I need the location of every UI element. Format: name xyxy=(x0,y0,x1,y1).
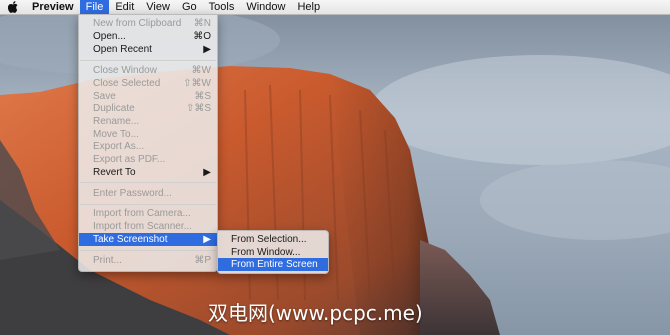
menu-separator xyxy=(80,250,216,251)
menu-file[interactable]: File xyxy=(79,0,110,14)
menu-item-import-from-camera[interactable]: Import from Camera... xyxy=(79,207,217,220)
menu-item-print[interactable]: Print... ⌘P xyxy=(79,254,217,267)
menu-window[interactable]: Window xyxy=(240,0,291,14)
menu-item-new-from-clipboard[interactable]: New from Clipboard ⌘N xyxy=(79,17,217,30)
menu-item-duplicate[interactable]: Duplicate ⇧⌘S xyxy=(79,102,217,115)
menu-item-close-selected[interactable]: Close Selected ⇧⌘W xyxy=(79,77,217,90)
menu-item-export-as-pdf[interactable]: Export as PDF... xyxy=(79,153,217,166)
submenu-arrow-icon: ▶ xyxy=(203,166,211,178)
menu-item-open-recent[interactable]: Open Recent ▶ xyxy=(79,43,217,56)
submenu-arrow-icon: ▶ xyxy=(203,43,211,55)
menu-item-enter-password[interactable]: Enter Password... xyxy=(79,187,217,200)
menu-item-move-to[interactable]: Move To... xyxy=(79,128,217,141)
menu-app-preview[interactable]: Preview xyxy=(26,0,80,14)
menu-item-close-window[interactable]: Close Window ⌘W xyxy=(79,64,217,77)
menu-go[interactable]: Go xyxy=(176,0,203,14)
menu-item-take-screenshot[interactable]: Take Screenshot ▶ xyxy=(79,233,217,246)
menu-separator xyxy=(80,60,216,61)
menu-item-rename[interactable]: Rename... xyxy=(79,115,217,128)
menu-bar: Preview File Edit View Go Tools Window H… xyxy=(0,0,670,15)
apple-menu-icon[interactable] xyxy=(0,1,26,13)
submenu-arrow-icon: ▶ xyxy=(203,233,211,245)
file-menu-dropdown: New from Clipboard ⌘N Open... ⌘O Open Rece… xyxy=(78,14,218,272)
menu-view[interactable]: View xyxy=(140,0,176,14)
submenu-item-from-selection[interactable]: From Selection... xyxy=(218,233,328,246)
menu-separator xyxy=(80,204,216,205)
menu-edit[interactable]: Edit xyxy=(109,0,140,14)
menu-item-revert-to[interactable]: Revert To ▶ xyxy=(79,166,217,179)
submenu-item-from-window[interactable]: From Window... xyxy=(218,246,328,259)
menu-help[interactable]: Help xyxy=(291,0,326,14)
menu-separator xyxy=(80,182,216,183)
menu-item-save[interactable]: Save ⌘S xyxy=(79,90,217,103)
menu-item-open[interactable]: Open... ⌘O xyxy=(79,30,217,43)
menu-item-export-as[interactable]: Export As... xyxy=(79,140,217,153)
menu-tools[interactable]: Tools xyxy=(203,0,241,14)
submenu-item-from-entire-screen[interactable]: From Entire Screen xyxy=(218,258,328,271)
watermark-text: 双电网(www.pcpc.me) xyxy=(208,301,423,325)
menu-item-import-from-scanner[interactable]: Import from Scanner... xyxy=(79,220,217,233)
take-screenshot-submenu: From Selection... From Window... From En… xyxy=(217,230,329,274)
